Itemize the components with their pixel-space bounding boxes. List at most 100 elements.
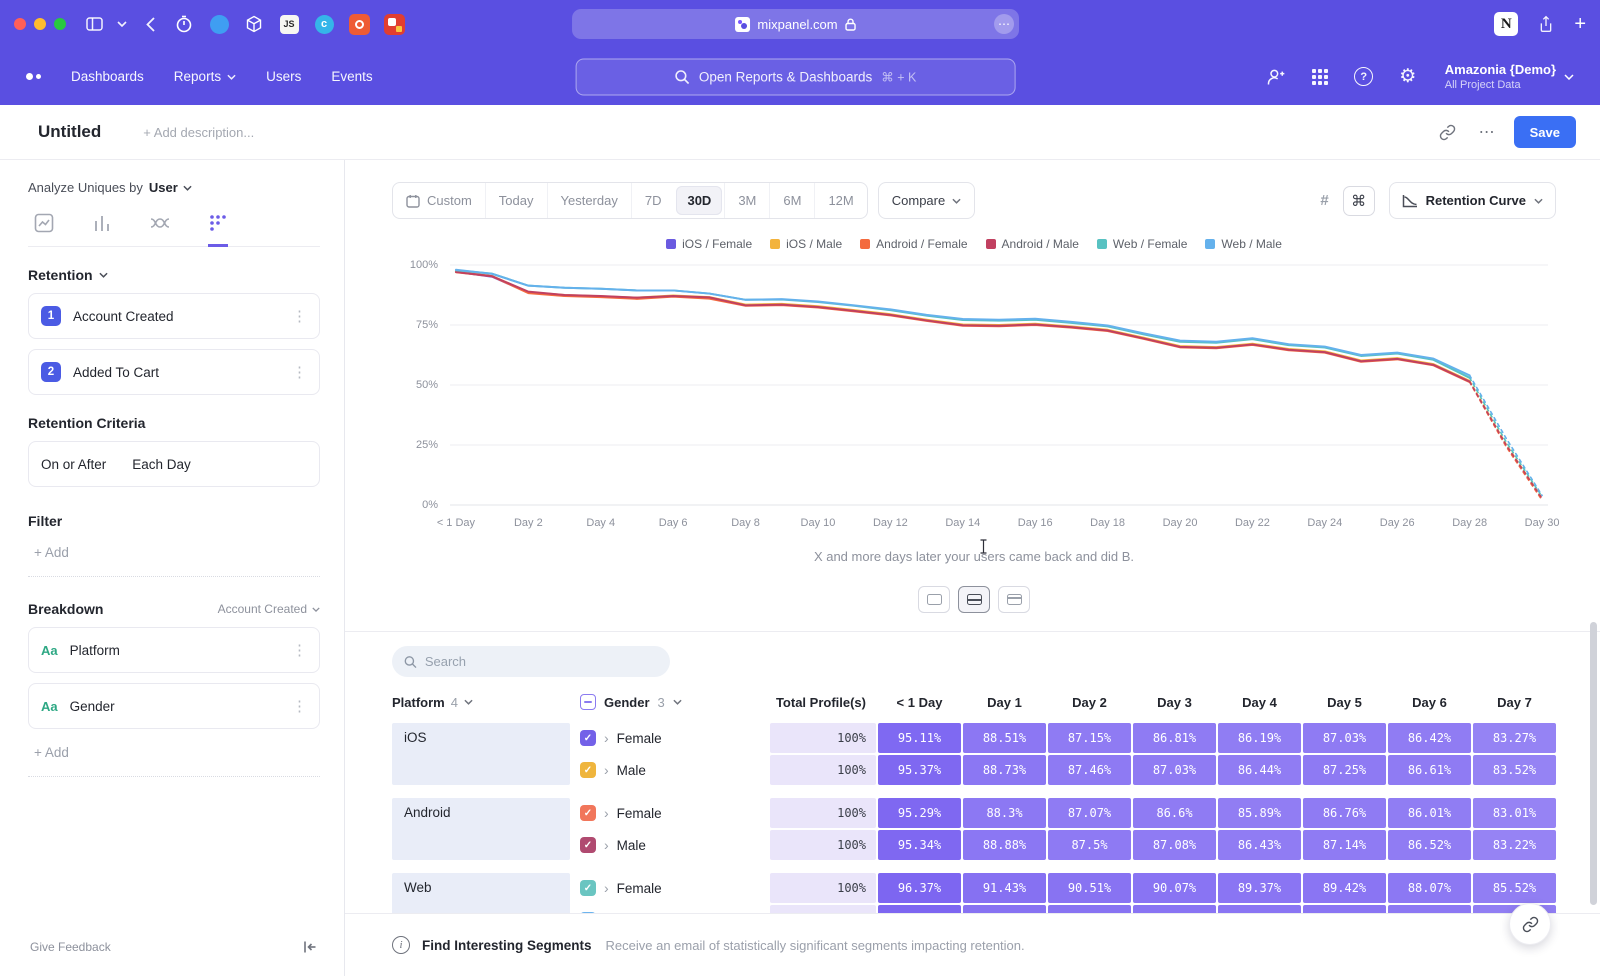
- retention-value-cell[interactable]: 87.15%: [1048, 723, 1131, 753]
- breakdown-options-icon[interactable]: ⋮: [292, 697, 307, 715]
- legend-item[interactable]: Android / Female: [860, 237, 967, 251]
- timer-extension-icon[interactable]: [170, 10, 198, 38]
- more-options-icon[interactable]: ⋯: [1479, 122, 1496, 142]
- view-split-button[interactable]: [958, 586, 990, 613]
- view-chart-only-button[interactable]: [918, 586, 950, 613]
- retention-value-cell[interactable]: 96.37%: [878, 873, 961, 903]
- tab-retention[interactable]: [208, 213, 228, 247]
- date-range-30d[interactable]: 30D: [676, 186, 722, 215]
- report-title[interactable]: Untitled: [38, 122, 101, 142]
- criteria-operator-dropdown[interactable]: On or After: [41, 457, 106, 472]
- retention-value-cell[interactable]: 90.01%: [1133, 905, 1216, 913]
- step-options-icon[interactable]: ⋮: [292, 363, 307, 381]
- expand-row-icon[interactable]: ›: [604, 762, 609, 778]
- retention-value-cell[interactable]: 83.52%: [1473, 755, 1556, 785]
- retention-value-cell[interactable]: 90.51%: [1048, 873, 1131, 903]
- back-icon[interactable]: [136, 10, 164, 38]
- row-checkbox[interactable]: ✓: [580, 837, 596, 853]
- date-range-6m[interactable]: 6M: [769, 183, 814, 218]
- mixpanel-logo[interactable]: [26, 73, 41, 80]
- retention-value-cell[interactable]: 88.1%: [1388, 905, 1471, 913]
- legend-item[interactable]: Web / Male: [1205, 237, 1281, 251]
- expand-row-icon[interactable]: ›: [604, 805, 609, 821]
- retention-section-heading[interactable]: Retention: [28, 267, 93, 283]
- new-tab-icon[interactable]: +: [1574, 13, 1586, 36]
- date-range-custom[interactable]: Custom: [393, 183, 485, 218]
- row-checkbox[interactable]: ✓: [580, 880, 596, 896]
- retention-value-cell[interactable]: 91.43%: [963, 873, 1046, 903]
- breakdown-item-gender[interactable]: AaGender⋮: [28, 683, 320, 729]
- retention-value-cell[interactable]: 91.41%: [963, 905, 1046, 913]
- breakdown-options-icon[interactable]: ⋮: [292, 641, 307, 659]
- date-range-yesterday[interactable]: Yesterday: [547, 183, 631, 218]
- retention-value-cell[interactable]: 88.51%: [963, 723, 1046, 753]
- orange-extension-icon[interactable]: [345, 10, 373, 38]
- date-range-today[interactable]: Today: [485, 183, 547, 218]
- retention-value-cell[interactable]: 86.44%: [1218, 755, 1301, 785]
- retention-value-cell[interactable]: 87.46%: [1048, 755, 1131, 785]
- retention-value-cell[interactable]: 88.73%: [963, 755, 1046, 785]
- vertical-scrollbar[interactable]: [1590, 622, 1597, 905]
- js-extension-icon[interactable]: JS: [275, 10, 303, 38]
- expand-row-icon[interactable]: ›: [604, 912, 609, 913]
- give-feedback-link[interactable]: Give Feedback: [30, 940, 111, 954]
- series-line[interactable]: [1470, 375, 1542, 495]
- retention-value-cell[interactable]: 95.29%: [878, 798, 961, 828]
- retention-value-cell[interactable]: 86.76%: [1303, 798, 1386, 828]
- retention-value-cell[interactable]: 87.14%: [1303, 830, 1386, 860]
- retention-step-1[interactable]: 1Account Created⋮: [28, 293, 320, 339]
- command-format-toggle[interactable]: ⌘: [1343, 186, 1375, 216]
- retention-value-cell[interactable]: 88.88%: [963, 830, 1046, 860]
- nav-item-users[interactable]: Users: [266, 69, 301, 84]
- retention-value-cell[interactable]: 87.03%: [1303, 723, 1386, 753]
- maximize-window-icon[interactable]: [54, 18, 66, 30]
- retention-value-cell[interactable]: 86.61%: [1388, 755, 1471, 785]
- breakdown-scope-dropdown[interactable]: Account Created: [218, 602, 320, 616]
- series-line[interactable]: [456, 270, 1470, 376]
- retention-value-cell[interactable]: 86.52%: [1388, 830, 1471, 860]
- retention-value-cell[interactable]: 96.34%: [878, 905, 961, 913]
- package-extension-icon[interactable]: [240, 10, 268, 38]
- share-icon[interactable]: [1532, 10, 1560, 38]
- retention-value-cell[interactable]: 87.25%: [1303, 755, 1386, 785]
- notion-extension-icon[interactable]: N: [1494, 12, 1518, 36]
- global-search-button[interactable]: Open Reports & Dashboards ⌘ + K: [576, 58, 1016, 95]
- retention-value-cell[interactable]: 89.48%: [1303, 905, 1386, 913]
- row-checkbox[interactable]: ✓: [580, 762, 596, 778]
- row-checkbox[interactable]: ✓: [580, 730, 596, 746]
- expand-row-icon[interactable]: ›: [604, 730, 609, 746]
- retention-value-cell[interactable]: 89.37%: [1218, 873, 1301, 903]
- gender-column-header[interactable]: Gender 3: [580, 694, 770, 710]
- address-more-icon[interactable]: ⋯: [994, 14, 1014, 34]
- expand-row-icon[interactable]: ›: [604, 880, 609, 896]
- retention-value-cell[interactable]: 86.6%: [1133, 798, 1216, 828]
- collapse-sidebar-icon[interactable]: [302, 939, 318, 955]
- help-icon[interactable]: ?: [1353, 66, 1375, 88]
- retention-value-cell[interactable]: 86.19%: [1218, 723, 1301, 753]
- project-switcher[interactable]: Amazonia {Demo} All Project Data: [1445, 62, 1574, 91]
- breakdown-item-platform[interactable]: AaPlatform⋮: [28, 627, 320, 673]
- nav-item-events[interactable]: Events: [331, 69, 372, 84]
- chart-type-dropdown[interactable]: Retention Curve: [1389, 182, 1556, 219]
- tab-flows[interactable]: [150, 213, 170, 247]
- retention-value-cell[interactable]: 86.42%: [1388, 723, 1471, 753]
- apps-grid-icon[interactable]: [1309, 66, 1331, 88]
- retention-value-cell[interactable]: 88.3%: [963, 798, 1046, 828]
- retention-value-cell[interactable]: 86.81%: [1133, 723, 1216, 753]
- analyze-entity-dropdown[interactable]: User: [149, 180, 192, 195]
- retention-chart[interactable]: 100%75%50%25%0%: [392, 261, 1556, 509]
- red-extension-icon[interactable]: [380, 10, 408, 38]
- retention-value-cell[interactable]: 90.07%: [1133, 873, 1216, 903]
- retention-value-cell[interactable]: 83.22%: [1473, 830, 1556, 860]
- retention-value-cell[interactable]: 89.4%: [1218, 905, 1301, 913]
- retention-value-cell[interactable]: 87.08%: [1133, 830, 1216, 860]
- retention-value-cell[interactable]: 86.01%: [1388, 798, 1471, 828]
- blue-dot-extension-icon[interactable]: [205, 10, 233, 38]
- row-checkbox[interactable]: ✓: [580, 805, 596, 821]
- date-range-7d[interactable]: 7D: [631, 183, 675, 218]
- copy-link-icon[interactable]: [1435, 119, 1461, 145]
- expand-row-icon[interactable]: ›: [604, 837, 609, 853]
- settings-gear-icon[interactable]: ⚙: [1397, 66, 1419, 88]
- step-options-icon[interactable]: ⋮: [292, 307, 307, 325]
- c-extension-icon[interactable]: c: [310, 10, 338, 38]
